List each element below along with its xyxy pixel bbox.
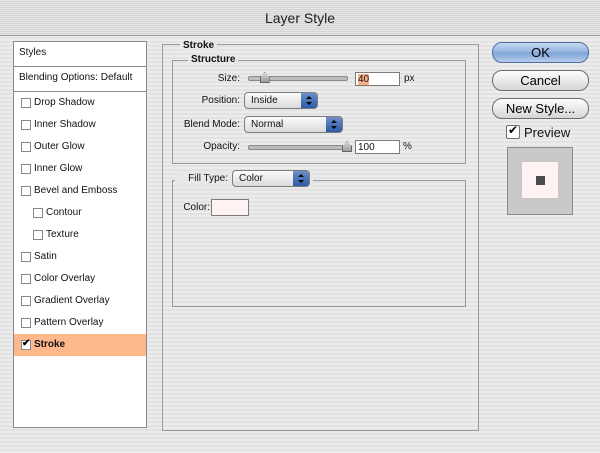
- style-item-contour[interactable]: Contour: [14, 202, 146, 224]
- style-item-checkbox[interactable]: [21, 186, 31, 196]
- blending-options-label: Blending Options: Default: [19, 72, 133, 83]
- chevron-updown-icon: [301, 93, 317, 108]
- style-item-drop-shadow[interactable]: Drop Shadow: [14, 92, 146, 114]
- style-item-satin[interactable]: Satin: [14, 246, 146, 268]
- preview-checkbox[interactable]: [506, 123, 520, 139]
- style-item-checkbox[interactable]: [21, 120, 31, 130]
- position-value: Inside: [251, 95, 278, 106]
- style-item-label: Color Overlay: [34, 273, 96, 284]
- style-item-checkbox[interactable]: [33, 230, 43, 240]
- style-item-label: Inner Shadow: [34, 119, 96, 130]
- style-item-color-overlay[interactable]: Color Overlay: [14, 268, 146, 290]
- style-item-label: Gradient Overlay: [34, 295, 110, 306]
- stroke-color-swatch[interactable]: [211, 199, 249, 216]
- style-item-label: Drop Shadow: [34, 97, 95, 108]
- fill-type-label: Fill Type:: [188, 173, 228, 184]
- style-item-checkbox[interactable]: [33, 208, 43, 218]
- style-item-checkbox[interactable]: [21, 296, 31, 306]
- style-item-checkbox[interactable]: [21, 318, 31, 328]
- preview-label[interactable]: Preview: [524, 125, 570, 140]
- styles-header[interactable]: Styles: [14, 42, 146, 67]
- layer-style-dialog: Layer Style Styles Blending Options: Def…: [0, 0, 600, 453]
- style-item-texture[interactable]: Texture: [14, 224, 146, 246]
- structure-group-title: Structure: [188, 54, 239, 65]
- size-value: 40: [358, 74, 370, 85]
- styles-header-label: Styles: [19, 47, 47, 58]
- style-item-label: Satin: [34, 251, 57, 262]
- fill-type-value: Color: [239, 173, 263, 184]
- stroke-panel-title: Stroke: [180, 40, 218, 51]
- position-select[interactable]: Inside: [244, 92, 318, 109]
- style-item-checkbox[interactable]: [21, 274, 31, 284]
- blend-mode-label: Blend Mode:: [183, 119, 240, 130]
- opacity-value: 100: [358, 142, 375, 153]
- opacity-label: Opacity:: [203, 141, 240, 152]
- style-item-checkbox[interactable]: [21, 142, 31, 152]
- style-item-label: Bevel and Emboss: [34, 185, 118, 196]
- style-item-label: Outer Glow: [34, 141, 85, 152]
- position-label: Position:: [201, 95, 240, 106]
- preview-layer-square: [536, 176, 545, 185]
- style-item-stroke[interactable]: Stroke: [14, 334, 146, 356]
- style-item-checkbox[interactable]: [21, 338, 31, 350]
- blending-options-item[interactable]: Blending Options: Default: [14, 67, 146, 92]
- new-style-button[interactable]: New Style...: [492, 98, 589, 119]
- style-item-inner-shadow[interactable]: Inner Shadow: [14, 114, 146, 136]
- size-label: Size:: [217, 73, 240, 84]
- size-input[interactable]: 40: [355, 72, 400, 86]
- styles-list: Styles Blending Options: Default Drop Sh…: [13, 41, 147, 428]
- style-item-pattern-overlay[interactable]: Pattern Overlay: [14, 312, 146, 334]
- style-item-checkbox[interactable]: [21, 252, 31, 262]
- style-item-label: Pattern Overlay: [34, 317, 104, 328]
- style-item-label: Stroke: [34, 339, 66, 350]
- style-item-gradient-overlay[interactable]: Gradient Overlay: [14, 290, 146, 312]
- style-item-label: Inner Glow: [34, 163, 83, 174]
- chevron-updown-icon: [326, 117, 342, 132]
- blend-mode-value: Normal: [251, 119, 284, 130]
- style-preview-thumbnail: [507, 147, 573, 215]
- style-item-inner-glow[interactable]: Inner Glow: [14, 158, 146, 180]
- chevron-updown-icon: [293, 171, 309, 186]
- color-label: Color:: [183, 202, 210, 213]
- blend-mode-select[interactable]: Normal: [244, 116, 343, 133]
- cancel-button[interactable]: Cancel: [492, 70, 589, 91]
- style-item-checkbox[interactable]: [21, 98, 31, 108]
- style-item-label: Texture: [46, 229, 79, 240]
- size-unit: px: [404, 73, 415, 84]
- style-item-bevel-and-emboss[interactable]: Bevel and Emboss: [14, 180, 146, 202]
- opacity-slider-track[interactable]: [248, 145, 348, 150]
- window-title: Layer Style: [264, 10, 336, 26]
- opacity-input[interactable]: 100: [355, 140, 400, 154]
- style-item-checkbox[interactable]: [21, 164, 31, 174]
- ok-button[interactable]: OK: [492, 42, 589, 63]
- style-item-outer-glow[interactable]: Outer Glow: [14, 136, 146, 158]
- title-bar[interactable]: Layer Style: [0, 0, 600, 36]
- style-item-label: Contour: [46, 207, 82, 218]
- opacity-unit: %: [403, 141, 412, 152]
- fill-type-select[interactable]: Color: [232, 170, 310, 187]
